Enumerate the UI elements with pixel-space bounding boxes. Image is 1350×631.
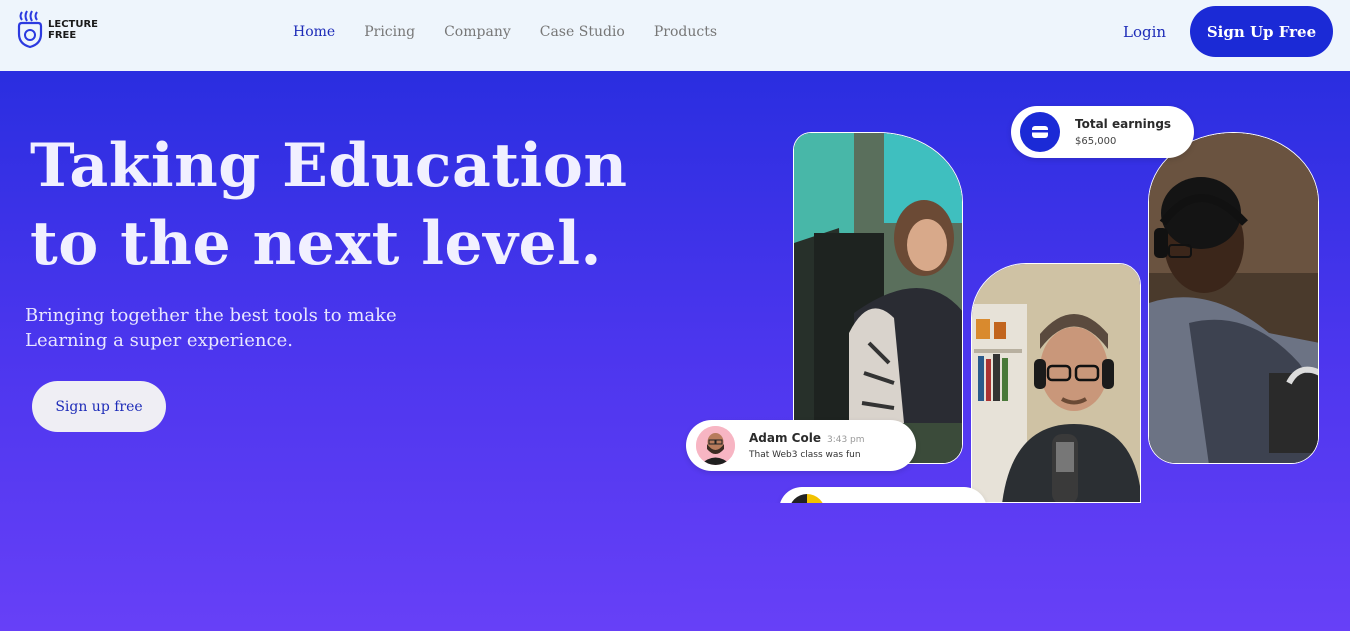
- hero-subtitle: Bringing together the best tools to make…: [25, 305, 397, 351]
- hero-section: Taking Education to the next level. Brin…: [0, 71, 1350, 631]
- chat-header: Adam Cole 3:43 pm: [749, 431, 865, 445]
- nav-link-products[interactable]: Products: [654, 24, 717, 40]
- nav-link-home[interactable]: Home: [293, 24, 335, 40]
- chat-sender-name: Adam Cole: [749, 431, 821, 445]
- brand-name: LECTURE FREE: [48, 19, 98, 41]
- student-photo-podcast: [971, 263, 1141, 503]
- hero-signup-button[interactable]: Sign up free: [32, 381, 166, 432]
- brand-name-line-1: LECTURE: [48, 19, 99, 30]
- hero-fade-area: [680, 503, 1350, 631]
- chat-timestamp: 3:43 pm: [826, 435, 865, 445]
- student-photo-laptop: [1148, 132, 1319, 464]
- earnings-text: Total earnings $65,000: [1075, 117, 1171, 147]
- earnings-card: Total earnings $65,000: [1011, 106, 1194, 158]
- hero-title: Taking Education to the next level.: [30, 131, 628, 279]
- signup-button[interactable]: Sign Up Free: [1190, 6, 1333, 57]
- navbar: LECTURE FREE Home Pricing Company Case S…: [0, 0, 1350, 71]
- nav-link-pricing[interactable]: Pricing: [364, 24, 415, 40]
- login-link[interactable]: Login: [1123, 23, 1166, 41]
- brand-name-line-2: FREE: [48, 30, 77, 41]
- main-nav: Home Pricing Company Case Studio Product…: [293, 24, 717, 40]
- credit-card-icon: [1020, 112, 1060, 152]
- earnings-value: $65,000: [1075, 136, 1117, 147]
- student-photo-woman: [793, 132, 963, 464]
- nav-link-case-studio[interactable]: Case Studio: [540, 24, 625, 40]
- brand-logo[interactable]: LECTURE FREE: [16, 10, 98, 50]
- earnings-title: Total earnings: [1075, 117, 1172, 131]
- chat-message-card: Adam Cole 3:43 pm That Web3 class was fu…: [686, 420, 916, 471]
- brain-bulb-icon: [17, 10, 43, 49]
- nav-link-company[interactable]: Company: [444, 24, 511, 40]
- chat-text: Adam Cole 3:43 pm That Web3 class was fu…: [749, 431, 865, 460]
- avatar: [696, 426, 735, 465]
- chat-message: That Web3 class was fun: [749, 450, 861, 460]
